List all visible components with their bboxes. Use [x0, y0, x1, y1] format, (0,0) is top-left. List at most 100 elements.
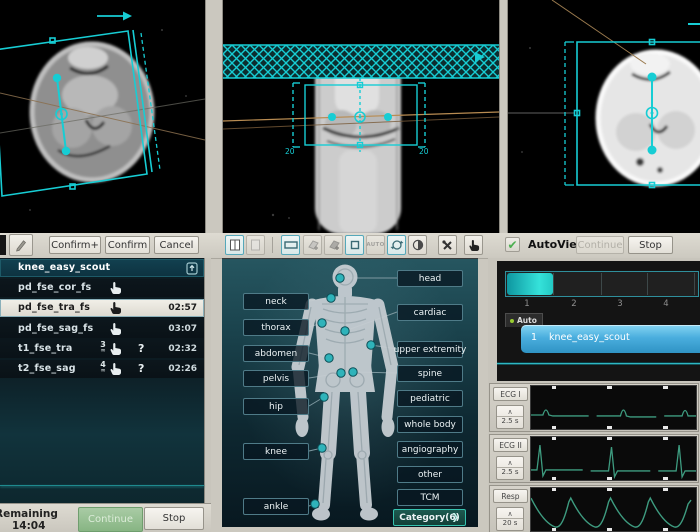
timeline-divider: [694, 273, 695, 295]
auto-position-button[interactable]: AUTO: [366, 235, 385, 255]
axial-knee-image-left: [0, 0, 205, 233]
dot-neck: [327, 294, 335, 302]
physio-row-ecg2: ECG II ∧ 2.5 s: [489, 434, 699, 483]
confirm-button[interactable]: Confirm: [105, 236, 150, 254]
acquisition-status-bar: Remaining 14:04 Continue Stop: [0, 503, 211, 532]
page-button[interactable]: [246, 235, 265, 255]
queue-index: 1: [531, 332, 537, 343]
region-button-cardiac[interactable]: cardiac: [397, 304, 463, 321]
sequence-row-t1-fse-tra[interactable]: t1_fse_tra 3∞ ? 02:32: [0, 340, 204, 358]
sequence-duration: 03:07: [168, 324, 197, 334]
panel-divider-line: [0, 485, 204, 486]
region-button-whole-body[interactable]: whole body: [397, 416, 463, 433]
region-button-other[interactable]: other: [397, 466, 463, 483]
cancel-button[interactable]: Cancel: [154, 236, 199, 254]
square-icon: [350, 240, 360, 250]
autoview-stop-button[interactable]: Stop: [628, 236, 673, 254]
tools-button[interactable]: [438, 235, 457, 255]
region-button-knee[interactable]: knee: [243, 443, 309, 460]
sequence-row-t2-fse-sag[interactable]: t2_fse_sag 4∞ ? 02:26: [0, 360, 204, 378]
region-button-angiography[interactable]: angiography: [397, 441, 463, 458]
viewport-axial-left[interactable]: [0, 0, 205, 233]
timeline-block: 1 2 3 4 Auto 1 knee_easy_scout: [497, 261, 700, 381]
sequence-row-knee-easy-scout[interactable]: knee_easy_scout: [0, 259, 204, 277]
dot-upper-extremity: [367, 341, 375, 349]
tick-marks: [531, 477, 697, 480]
ecg2-channel-button[interactable]: ECG II: [493, 438, 528, 452]
protocol-page-button[interactable]: [225, 235, 244, 255]
page-icon: [250, 239, 261, 251]
viewport-coronal-middle[interactable]: 20 20: [223, 0, 499, 233]
scan-timeline[interactable]: [505, 271, 699, 297]
mri-console-screen: 20 20: [0, 0, 700, 532]
toolbar-separator: [272, 237, 273, 253]
resp-channel-button[interactable]: Resp: [493, 489, 528, 503]
sequence-row-pd-fse-cor-fs[interactable]: pd_fse_cor_fs: [0, 279, 204, 297]
ecg1-timebase-button[interactable]: ∧ 2.5 s: [496, 405, 524, 429]
tick-marks: [531, 528, 697, 531]
plane-plus-icon: [306, 239, 320, 251]
ecg1-channel-button[interactable]: ECG I: [493, 387, 528, 401]
slab-tool-button[interactable]: [281, 235, 300, 255]
resp-timebase-button[interactable]: ∧ 20 s: [496, 507, 524, 531]
dot-hip: [320, 393, 328, 401]
confirm-plus-button[interactable]: Confirm+: [49, 236, 101, 254]
pending-question-mark: ?: [138, 362, 144, 375]
sequence-name: pd_fse_cor_fs: [18, 282, 91, 293]
ecg2-timebase-button[interactable]: ∧ 2.5 s: [496, 456, 524, 480]
dot-abdomen: [325, 354, 333, 362]
queue-divider-line: [497, 363, 700, 364]
window-level-button[interactable]: [408, 235, 427, 255]
sequence-row-pd-fse-tra-fs[interactable]: pd_fse_tra_fs 02:57: [0, 299, 204, 317]
saturation-band[interactable]: [223, 45, 499, 78]
pending-question-mark: ?: [138, 342, 144, 355]
sequence-row-pd-fse-sag-fs[interactable]: pd_fse_sag_fs 03:07: [0, 320, 204, 338]
sequence-duration: 02:32: [168, 344, 197, 354]
slice-stack-icon: 3∞: [97, 341, 109, 354]
sequence-name: t1_fse_tra: [18, 343, 73, 354]
region-button-spine[interactable]: spine: [397, 365, 463, 382]
stop-button[interactable]: Stop: [144, 507, 204, 530]
timeline-tick-4: 4: [661, 299, 671, 309]
queued-sequence-bar[interactable]: 1 knee_easy_scout: [521, 325, 700, 353]
check-icon: ✔: [507, 238, 517, 252]
timeline-tick-1: 1: [522, 299, 532, 309]
sequence-list: knee_easy_scout pd_fse_cor_fs pd_fse_tra…: [0, 258, 205, 503]
region-button-tcm[interactable]: TCM: [397, 489, 463, 506]
dot-spine: [349, 368, 357, 376]
queue-sequence-name: knee_easy_scout: [549, 332, 630, 343]
region-button-hip[interactable]: hip: [243, 398, 309, 415]
category-button[interactable]: Category(6) ❯: [393, 509, 466, 526]
sequence-name: pd_fse_tra_fs: [18, 302, 90, 313]
edit-plan-button[interactable]: [9, 234, 33, 256]
region-button-head[interactable]: head: [397, 270, 463, 287]
region-button-ankle[interactable]: ankle: [243, 498, 309, 515]
tick-marks: [531, 426, 697, 429]
wrench-icon: [441, 239, 454, 252]
rotate-view-button[interactable]: [387, 235, 406, 255]
timeline-divider: [553, 273, 554, 295]
autoview-checkbox[interactable]: ✔: [505, 237, 520, 252]
physio-row-ecg1: ECG I ∧ 2.5 s: [489, 383, 699, 432]
pointer-mode-button[interactable]: [464, 235, 483, 255]
region-button-thorax[interactable]: thorax: [243, 319, 309, 336]
region-button-pediatric[interactable]: pediatric: [397, 390, 463, 407]
region-button-abdomen[interactable]: abdomen: [243, 345, 309, 362]
autoview-continue-button[interactable]: Continue: [576, 236, 624, 254]
add-plane-button[interactable]: [303, 235, 322, 255]
hand-pointer-icon: [468, 239, 480, 252]
viewport-axial-right[interactable]: [508, 0, 700, 233]
resp-waveform-display: [530, 487, 697, 532]
caret-up-icon: ∧: [507, 409, 512, 416]
region-button-neck[interactable]: neck: [243, 293, 309, 310]
sequence-name: t2_fse_sag: [18, 363, 76, 374]
region-button-pelvis[interactable]: pelvis: [243, 370, 309, 387]
timeline-divider: [647, 273, 648, 295]
region-button-upper-extremity[interactable]: upper extremity: [397, 341, 463, 358]
hand-pointer-icon: [109, 342, 122, 356]
continue-button[interactable]: Continue: [78, 507, 143, 532]
body-figure: [296, 265, 395, 521]
add-sat-plane-button[interactable]: [324, 235, 343, 255]
small-fov-button[interactable]: [345, 235, 364, 255]
timeline-tick-2: 2: [569, 299, 579, 309]
